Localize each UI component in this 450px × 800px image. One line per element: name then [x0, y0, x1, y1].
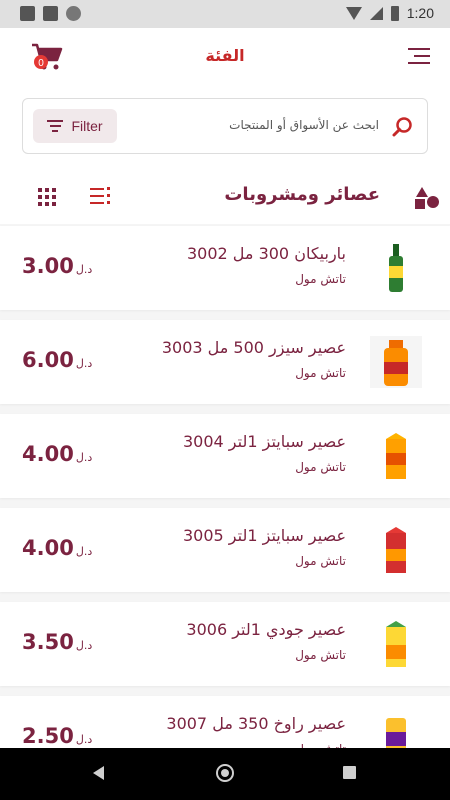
product-store: تاتش مول — [295, 460, 346, 474]
price-amount: 4.00 — [22, 536, 74, 560]
product-name: عصير سبايتز 1لتر 3005 — [183, 526, 346, 545]
page-title: الفئة — [205, 46, 245, 65]
filter-label: Filter — [71, 118, 103, 134]
list-view-icon[interactable] — [90, 187, 112, 205]
product-name: باربيكان 300 مل 3002 — [186, 244, 346, 263]
product-store: تاتش مول — [295, 366, 346, 380]
price-amount: 3.50 — [22, 630, 74, 654]
battery-icon — [390, 5, 399, 21]
search-placeholder: ابحث عن الأسواق أو المنتجات — [229, 118, 379, 132]
price-currency: د.ل — [75, 733, 93, 746]
search-input[interactable]: Filter ابحث عن الأسواق أو المنتجات — [22, 98, 428, 154]
product-image — [370, 336, 422, 388]
shapes-icon — [415, 187, 439, 209]
product-image — [370, 242, 422, 294]
app-bar: 0 الفئة — [0, 28, 450, 90]
product-card[interactable]: عصير سبايتز 1لتر 3004 تاتش مول د.ل 4.00 — [0, 414, 450, 498]
recent-apps-icon[interactable] — [343, 766, 356, 779]
product-list: باربيكان 300 مل 3002 تاتش مول د.ل 3.00 ع… — [0, 226, 450, 790]
product-name: عصير سيزر 500 مل 3003 — [161, 338, 346, 357]
back-icon[interactable] — [93, 766, 104, 780]
price-amount: 3.00 — [22, 254, 74, 278]
price-amount: 6.00 — [22, 348, 74, 372]
price-amount: 4.00 — [22, 442, 74, 466]
product-name: عصير سبايتز 1لتر 3004 — [183, 432, 346, 451]
system-nav-bar — [0, 748, 450, 800]
category-header: عصائر ومشروبات — [0, 170, 450, 224]
product-store: تاتش مول — [295, 554, 346, 568]
filter-icon — [47, 117, 64, 135]
product-price: د.ل 6.00 — [22, 348, 92, 372]
search-section: Filter ابحث عن الأسواق أو المنتجات — [0, 90, 450, 170]
price-currency: د.ل — [75, 545, 93, 558]
filter-button[interactable]: Filter — [33, 109, 117, 143]
product-price: د.ل 2.50 — [22, 724, 92, 748]
search-icon[interactable] — [391, 115, 415, 139]
product-image — [370, 618, 422, 670]
status-bar: 1:20 — [0, 0, 450, 28]
status-time: 1:20 — [406, 5, 434, 21]
product-price: د.ل 3.50 — [22, 630, 92, 654]
product-store: تاتش مول — [295, 272, 346, 286]
notification-icon — [43, 6, 58, 21]
product-name: عصير جودي 1لتر 3006 — [186, 620, 346, 639]
signal-icon — [369, 6, 383, 20]
price-currency: د.ل — [75, 451, 93, 464]
category-title: عصائر ومشروبات — [224, 184, 380, 205]
menu-icon[interactable] — [408, 48, 430, 66]
price-currency: د.ل — [75, 357, 93, 370]
wifi-icon — [345, 6, 362, 20]
product-image — [370, 524, 422, 576]
product-card[interactable]: باربيكان 300 مل 3002 تاتش مول د.ل 3.00 — [0, 226, 450, 310]
product-image — [370, 430, 422, 482]
product-card[interactable]: عصير سيزر 500 مل 3003 تاتش مول د.ل 6.00 — [0, 320, 450, 404]
price-amount: 2.50 — [22, 724, 74, 748]
product-name: عصير راوخ 350 مل 3007 — [166, 714, 346, 733]
notification-icons — [20, 6, 81, 21]
price-currency: د.ل — [75, 639, 93, 652]
home-icon[interactable] — [216, 764, 234, 782]
product-card[interactable]: عصير سبايتز 1لتر 3005 تاتش مول د.ل 4.00 — [0, 508, 450, 592]
notification-icon — [20, 6, 35, 21]
grid-view-icon[interactable] — [38, 188, 56, 206]
product-price: د.ل 4.00 — [22, 536, 92, 560]
product-card[interactable]: عصير جودي 1لتر 3006 تاتش مول د.ل 3.50 — [0, 602, 450, 686]
product-store: تاتش مول — [295, 648, 346, 662]
notification-icon — [66, 6, 81, 21]
product-price: د.ل 3.00 — [22, 254, 92, 278]
price-currency: د.ل — [75, 263, 93, 276]
product-price: د.ل 4.00 — [22, 442, 92, 466]
